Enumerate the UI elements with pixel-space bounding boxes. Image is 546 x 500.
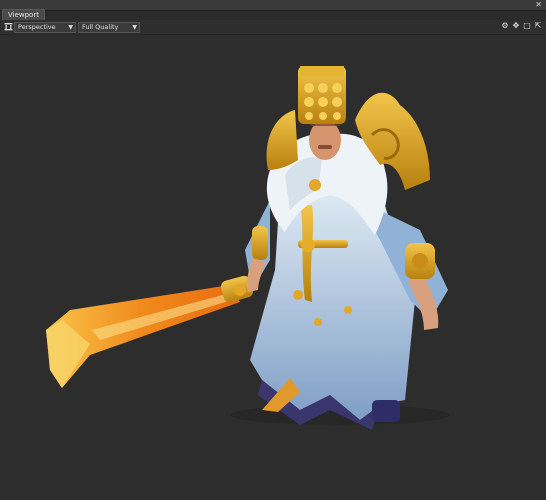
quality-value: Full Quality	[82, 23, 119, 31]
popout-icon[interactable]: ⇱	[534, 22, 542, 30]
chevron-down-icon: ▼	[68, 24, 73, 31]
sword	[46, 275, 253, 388]
quality-select[interactable]: Full Quality ▼	[78, 22, 140, 33]
camera-icon[interactable]	[4, 22, 13, 31]
crown	[298, 66, 346, 124]
close-icon[interactable]: ✕	[535, 0, 542, 10]
viewport-window: ✕ Viewport Perspective ▼ Full Quality ▼ …	[0, 0, 546, 500]
view-mode-select[interactable]: Perspective ▼	[14, 22, 76, 33]
3d-viewport[interactable]	[0, 35, 546, 500]
viewport-tools: ⚙ ✥ ▢ ⇱	[501, 22, 542, 32]
view-mode-value: Perspective	[18, 23, 56, 31]
hero-head	[309, 118, 341, 160]
gear-icon[interactable]: ⚙	[501, 22, 509, 30]
chevron-down-icon: ▼	[132, 24, 137, 31]
window-titlebar: ✕	[0, 0, 546, 11]
move-icon[interactable]: ✥	[512, 22, 520, 30]
frame-icon[interactable]: ▢	[523, 22, 531, 30]
hero-3d-model	[46, 66, 450, 430]
